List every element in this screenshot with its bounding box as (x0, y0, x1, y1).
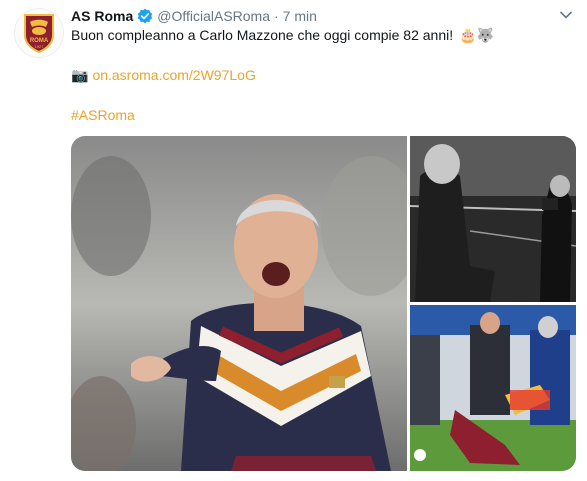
photo-top-right[interactable] (410, 136, 576, 302)
camera-icon: 📷 (71, 67, 89, 83)
tweet-text-body: Buon compleanno a Carlo Mazzone che oggi… (71, 27, 454, 43)
avatar[interactable]: ROMA 1927 (14, 8, 64, 58)
tweet-emojis: 🎂🐺 (459, 27, 494, 43)
svg-text:1927: 1927 (35, 44, 45, 49)
tweet-link[interactable]: on.asroma.com/2W97LoG (92, 66, 255, 84)
tweet-header: AS Roma @OfficialASRoma · 7 min (71, 6, 317, 26)
hashtag-link[interactable]: #ASRoma (71, 106, 135, 124)
photo-bottom-right[interactable] (410, 305, 576, 471)
verified-icon (137, 8, 153, 24)
tweet-text: Buon compleanno a Carlo Mazzone che oggi… (71, 26, 494, 44)
author-handle[interactable]: @OfficialASRoma (157, 8, 270, 24)
separator-dot: · (274, 8, 279, 24)
chevron-down-icon[interactable] (559, 8, 573, 23)
as-roma-logo-icon: ROMA 1927 (24, 14, 54, 53)
author-name[interactable]: AS Roma (71, 8, 133, 24)
timestamp[interactable]: 7 min (283, 8, 317, 24)
media-grid (71, 136, 576, 471)
link-line: 📷 on.asroma.com/2W97LoG (71, 66, 256, 84)
photo-main[interactable] (71, 136, 407, 471)
tweet[interactable]: ROMA 1927 AS Roma @OfficialASRoma · 7 mi… (0, 0, 587, 481)
